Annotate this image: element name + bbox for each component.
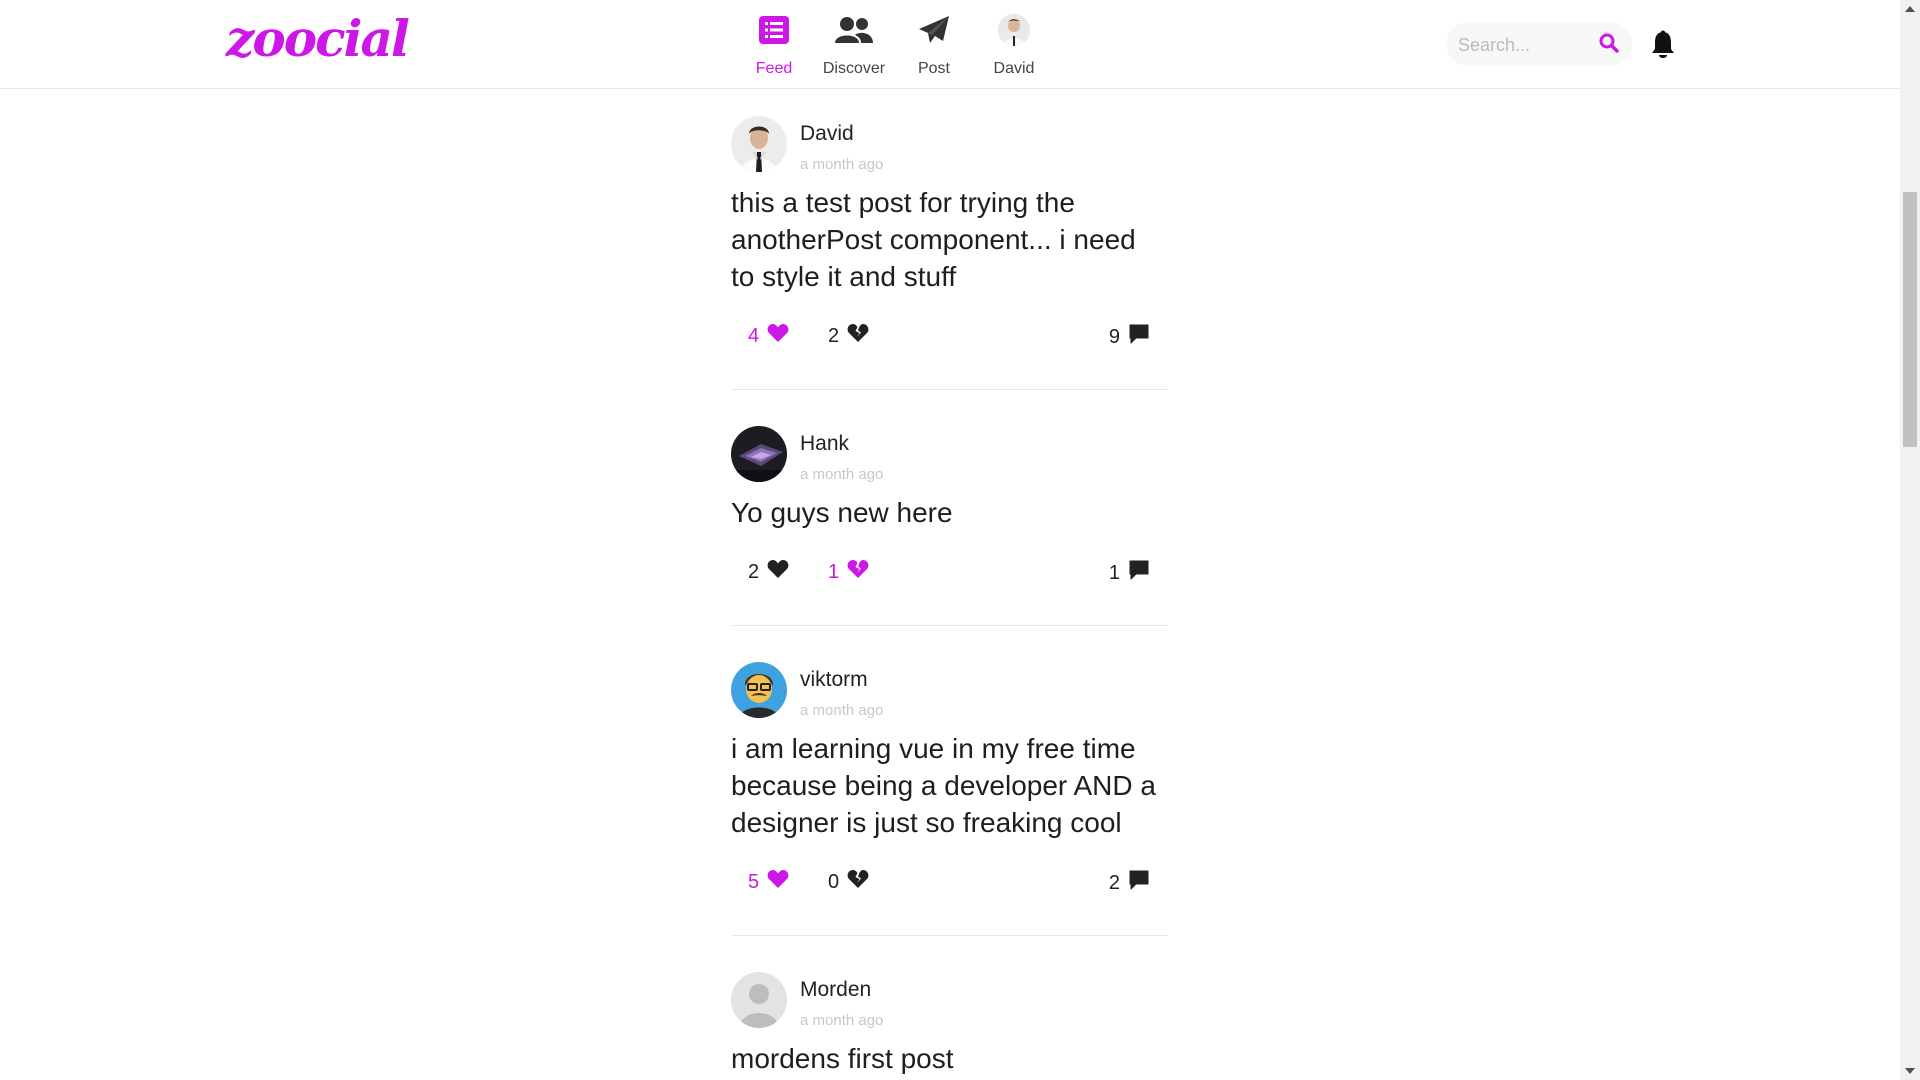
post-body: i am learning vue in my free time becaus… xyxy=(731,733,1156,838)
post-author[interactable]: Hank xyxy=(800,432,849,456)
list-icon xyxy=(759,10,789,50)
scrollbar[interactable] xyxy=(1900,0,1920,1080)
app-logo[interactable]: zoocial xyxy=(226,14,410,64)
post-header: Morden a month ago xyxy=(731,972,1168,1044)
post-actions: 2 1 1 xyxy=(731,545,1168,605)
post-card: David a month ago this a test post for t… xyxy=(731,116,1168,390)
broken-heart-icon xyxy=(847,559,869,585)
top-navbar: zoocial Feed Discover Post David Search.… xyxy=(0,0,1900,89)
post-actions: 5 0 2 xyxy=(731,855,1168,915)
heart-icon xyxy=(767,869,789,895)
main-nav: Feed Discover Post David xyxy=(734,10,1054,78)
bell-icon[interactable] xyxy=(1650,30,1676,60)
comment-button[interactable]: 1 xyxy=(1109,559,1150,587)
like-count: 5 xyxy=(748,870,760,893)
avatar[interactable] xyxy=(731,426,787,482)
users-icon xyxy=(835,10,873,50)
dislike-button[interactable]: 2 xyxy=(828,323,869,349)
post-header: David a month ago xyxy=(731,116,1168,188)
comment-count: 1 xyxy=(1108,561,1120,584)
dislike-button[interactable]: 1 xyxy=(828,559,869,585)
post-timestamp: a month ago xyxy=(800,466,884,483)
post-timestamp: a month ago xyxy=(800,702,884,719)
heart-icon xyxy=(767,323,789,349)
nav-item-feed[interactable]: Feed xyxy=(734,10,814,78)
post-body: this a test post for trying the anotherP… xyxy=(731,187,1136,292)
comment-icon xyxy=(1128,559,1150,587)
broken-heart-icon xyxy=(847,869,869,895)
dislike-count: 1 xyxy=(828,560,840,583)
nav-item-profile[interactable]: David xyxy=(974,10,1054,78)
post-author[interactable]: David xyxy=(800,122,854,146)
scroll-down-arrow-icon[interactable] xyxy=(1905,1068,1915,1074)
comment-icon xyxy=(1128,869,1150,897)
post-header: viktorm a month ago xyxy=(731,662,1168,734)
post-author[interactable]: viktorm xyxy=(800,668,868,692)
like-count: 2 xyxy=(748,560,760,583)
post-timestamp: a month ago xyxy=(800,156,884,173)
search-box xyxy=(1446,22,1632,66)
heart-icon xyxy=(767,559,789,585)
avatar xyxy=(998,10,1030,50)
post-card: Morden a month ago mordens first post xyxy=(731,972,1168,1077)
comment-icon xyxy=(1128,323,1150,351)
scroll-up-arrow-icon[interactable] xyxy=(1905,6,1915,12)
avatar[interactable] xyxy=(731,972,787,1028)
like-button[interactable]: 2 xyxy=(748,559,789,585)
nav-label-post: Post xyxy=(917,60,950,77)
search-icon[interactable] xyxy=(1598,32,1622,56)
avatar[interactable] xyxy=(731,662,787,718)
post-author[interactable]: Morden xyxy=(800,978,871,1002)
post-actions: 4 2 9 xyxy=(731,309,1168,369)
like-button[interactable]: 4 xyxy=(748,323,789,349)
post-card: viktorm a month ago i am learning vue in… xyxy=(731,662,1168,936)
comment-button[interactable]: 9 xyxy=(1109,323,1150,351)
nav-label-feed: Feed xyxy=(755,60,793,77)
like-button[interactable]: 5 xyxy=(748,869,789,895)
nav-item-post[interactable]: Post xyxy=(894,10,974,78)
broken-heart-icon xyxy=(847,323,869,349)
post-body: Yo guys new here xyxy=(731,497,953,528)
scrollbar-thumb[interactable] xyxy=(1903,192,1917,447)
post-feed: David a month ago this a test post for t… xyxy=(731,88,1168,1077)
avatar[interactable] xyxy=(731,116,787,172)
search-input[interactable] xyxy=(1456,32,1600,58)
nav-label-profile: David xyxy=(993,60,1035,77)
nav-item-discover[interactable]: Discover xyxy=(814,10,894,78)
nav-label-discover: Discover xyxy=(822,60,886,77)
like-count: 4 xyxy=(748,324,760,347)
post-body: mordens first post xyxy=(731,1043,954,1074)
comment-button[interactable]: 2 xyxy=(1109,869,1150,897)
paper-plane-icon xyxy=(918,10,950,50)
post-timestamp: a month ago xyxy=(800,1012,884,1029)
post-card: Hank a month ago Yo guys new here 2 1 1 xyxy=(731,426,1168,626)
comment-count: 2 xyxy=(1108,871,1120,894)
dislike-count: 0 xyxy=(828,870,840,893)
comment-count: 9 xyxy=(1108,325,1120,348)
dislike-button[interactable]: 0 xyxy=(828,869,869,895)
dislike-count: 2 xyxy=(828,324,840,347)
post-header: Hank a month ago xyxy=(731,426,1168,498)
